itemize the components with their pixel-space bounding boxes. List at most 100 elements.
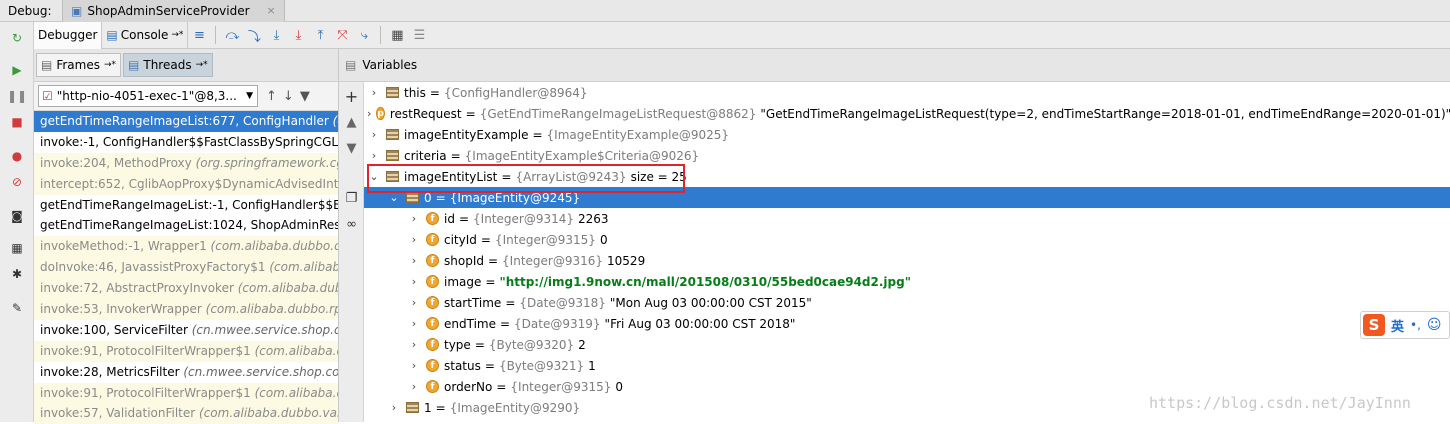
equals-sign: = xyxy=(532,127,543,142)
arrow-down-icon[interactable]: ↓ xyxy=(283,89,294,104)
equals-sign: = xyxy=(480,232,491,247)
expand-arrow-icon[interactable]: › xyxy=(387,401,401,414)
expand-arrow-icon[interactable]: › xyxy=(367,107,371,120)
expand-arrow-icon[interactable]: › xyxy=(407,296,421,309)
tab-debugger[interactable]: Debugger xyxy=(34,21,103,49)
ime-language[interactable]: 英 xyxy=(1391,316,1404,335)
stack-frame[interactable]: invoke:57, ValidationFilter (com.alibaba… xyxy=(34,403,338,424)
variable-row[interactable]: › f id = {Integer@9314} 2263 xyxy=(364,208,1450,229)
stack-frame[interactable]: getEndTimeRangeImageList:-1, ConfigHandl… xyxy=(34,195,338,216)
variable-name: startTime xyxy=(444,295,502,310)
stack-frame[interactable]: invoke:72, AbstractProxyInvoker (com.ali… xyxy=(34,278,338,300)
run-config-tab[interactable]: ▣ ShopAdminServiceProvider × xyxy=(62,0,285,22)
close-icon[interactable]: × xyxy=(267,4,276,17)
glasses-icon[interactable]: ∞ xyxy=(343,216,360,233)
camera-icon[interactable]: ◙ xyxy=(9,208,25,224)
expand-arrow-icon[interactable]: › xyxy=(407,254,421,267)
expand-arrow-icon[interactable]: › xyxy=(407,380,421,393)
stack-frame[interactable]: invoke:28, MetricsFilter (cn.mwee.servic… xyxy=(34,362,338,383)
variable-type: {Date@9319} xyxy=(514,316,601,331)
variable-row[interactable]: › f endTime = {Date@9319} "Fri Aug 03 00:00:0… xyxy=(364,313,1450,334)
stack-frame[interactable]: intercept:652, CglibAopProxy$DynamicAdvi… xyxy=(34,173,338,195)
stack-frame[interactable]: invoke:204, MethodProxy (org.springframe… xyxy=(34,152,338,174)
field-icon: f xyxy=(426,359,439,372)
stack-frame[interactable]: doInvoke:46, JavassistProxyFactory$1 (co… xyxy=(34,257,338,279)
menu-icon[interactable]: ≡ xyxy=(188,24,210,46)
console-tab-label: Console xyxy=(120,28,169,42)
force-step-into-icon[interactable]: ⤓ xyxy=(287,24,309,46)
stack-frame[interactable]: invoke:100, ServiceFilter (cn.mwee.servi… xyxy=(34,320,338,341)
variable-row[interactable]: › f startTime = {Date@9318} "Mon Aug 03 00:00… xyxy=(364,292,1450,313)
variable-type: {Integer@9315} xyxy=(510,379,612,394)
step-into-icon[interactable]: ⤓ xyxy=(265,24,287,46)
stack-frame[interactable]: invoke:91, ProtocolFilterWrapper$1 (com.… xyxy=(34,382,338,404)
evaluate-expression-icon[interactable]: ▦ xyxy=(386,24,408,46)
thread-name: "http-nio-4051-exec-1"@8,3... xyxy=(56,89,237,103)
stack-frame[interactable]: getEndTimeRangeImageList:677, ConfigHand… xyxy=(34,111,338,132)
pause-icon[interactable]: ❚❚ xyxy=(7,88,27,104)
frame-package: (com.alibaba.dubbo.valid xyxy=(199,406,338,421)
expand-arrow-icon[interactable]: › xyxy=(407,359,421,372)
tab-console[interactable]: ▤ Console →* xyxy=(102,21,189,49)
expand-arrow-icon[interactable]: › xyxy=(407,233,421,246)
variable-row[interactable]: › imageEntityExample = {ImageEntityExample@… xyxy=(364,124,1450,145)
stack-frame[interactable]: invoke:-1, ConfigHandler$$FastClassBySpr… xyxy=(34,132,338,153)
variable-row[interactable]: › f type = {Byte@9320} 2 xyxy=(364,334,1450,355)
expand-arrow-icon[interactable]: › xyxy=(367,86,381,99)
expand-arrow-icon[interactable]: › xyxy=(367,128,381,141)
settings-icon[interactable]: ✱ xyxy=(9,266,25,282)
ime-punctuation[interactable]: •, xyxy=(1410,318,1421,332)
thread-dropdown[interactable]: ☑ "http-nio-4051-exec-1"@8,3... ▼ xyxy=(38,85,258,107)
frame-package: (org.springframework.cg xyxy=(195,155,338,170)
stop-icon[interactable]: ■ xyxy=(9,114,25,130)
view-breakpoints-icon[interactable]: ● xyxy=(9,148,25,164)
equals-sign: = xyxy=(484,358,495,373)
rerun-icon[interactable]: ↻ xyxy=(9,30,25,46)
resume-icon[interactable]: ▶ xyxy=(9,62,25,78)
expand-arrow-icon[interactable]: › xyxy=(407,212,421,225)
frame-navigation: ↑ ↓ ▼ xyxy=(266,89,310,104)
variable-row[interactable]: › f shopId = {Integer@9316} 10529 xyxy=(364,250,1450,271)
show-execution-point-icon[interactable]: ⤼ xyxy=(221,24,243,46)
expand-arrow-icon[interactable]: › xyxy=(407,317,421,330)
variable-row[interactable]: › f status = {Byte@9321} 1 xyxy=(364,355,1450,376)
plus-icon[interactable]: + xyxy=(343,87,360,106)
stack-frame[interactable]: invokeMethod:-1, Wrapper1 (com.alibaba.d… xyxy=(34,236,338,258)
copy-icon[interactable]: ❐ xyxy=(343,190,360,207)
variable-row[interactable]: › f image = "http://img1.9now.cn/mall/201508… xyxy=(364,271,1450,292)
expand-arrow-icon[interactable]: › xyxy=(407,275,421,288)
variable-row[interactable]: › f cityId = {Integer@9315} 0 xyxy=(364,229,1450,250)
up-icon[interactable]: ▲ xyxy=(343,114,360,131)
pin-icon[interactable]: ✎ xyxy=(9,300,25,316)
ime-toolbar[interactable]: S 英 •, ☺ xyxy=(1360,311,1450,339)
tab-threads[interactable]: ▤ Threads →* xyxy=(123,53,213,77)
frame-method: getEndTimeRangeImageList:-1, ConfigHandl… xyxy=(40,197,338,212)
step-out-icon[interactable]: ⤒ xyxy=(309,24,331,46)
step-over-icon[interactable]: ⤵ xyxy=(243,24,265,46)
stack-frame[interactable]: invoke:91, ProtocolFilterWrapper$1 (com.… xyxy=(34,340,338,362)
stack-frame[interactable]: invoke:53, InvokerWrapper (com.alibaba.d… xyxy=(34,299,338,320)
layout-icon[interactable]: ▦ xyxy=(9,240,25,256)
trace-icon[interactable]: ☰ xyxy=(408,24,430,46)
drop-frame-icon[interactable]: ⤧ xyxy=(331,24,353,46)
mute-breakpoints-icon[interactable]: ⊘ xyxy=(9,174,25,190)
variable-row[interactable]: › this = {ConfigHandler@8964} xyxy=(364,82,1450,103)
variable-row[interactable]: › p restRequest = {GetEndTimeRangeImageListR… xyxy=(364,103,1450,124)
frame-method: invoke:28, MetricsFilter xyxy=(40,364,184,379)
variable-name: imageEntityExample xyxy=(404,127,529,142)
filter-icon[interactable]: ▼ xyxy=(300,89,310,104)
variable-row[interactable]: › criteria = {ImageEntityExample$Criteria@9… xyxy=(364,145,1450,166)
variable-value: "http://img1.9now.cn/mall/201508/0310/55… xyxy=(499,274,911,289)
stack-frame[interactable]: getEndTimeRangeImageList:1024, ShopAdmin… xyxy=(34,215,338,236)
parameter-icon: p xyxy=(376,107,385,120)
ime-emoji-icon[interactable]: ☺ xyxy=(1427,317,1442,333)
down-icon[interactable]: ▼ xyxy=(343,140,360,157)
arrow-up-icon[interactable]: ↑ xyxy=(266,89,277,104)
field-icon: f xyxy=(426,317,439,330)
frame-package: (com.alibaba.dubbo.rp xyxy=(205,302,338,317)
tab-frames[interactable]: ▤ Frames →* xyxy=(36,53,122,77)
run-to-cursor-icon[interactable]: ⤷ xyxy=(353,24,375,46)
expand-arrow-icon[interactable]: › xyxy=(407,338,421,351)
variable-type: {Integer@9315} xyxy=(494,232,596,247)
expand-arrow-icon[interactable]: › xyxy=(367,149,381,162)
